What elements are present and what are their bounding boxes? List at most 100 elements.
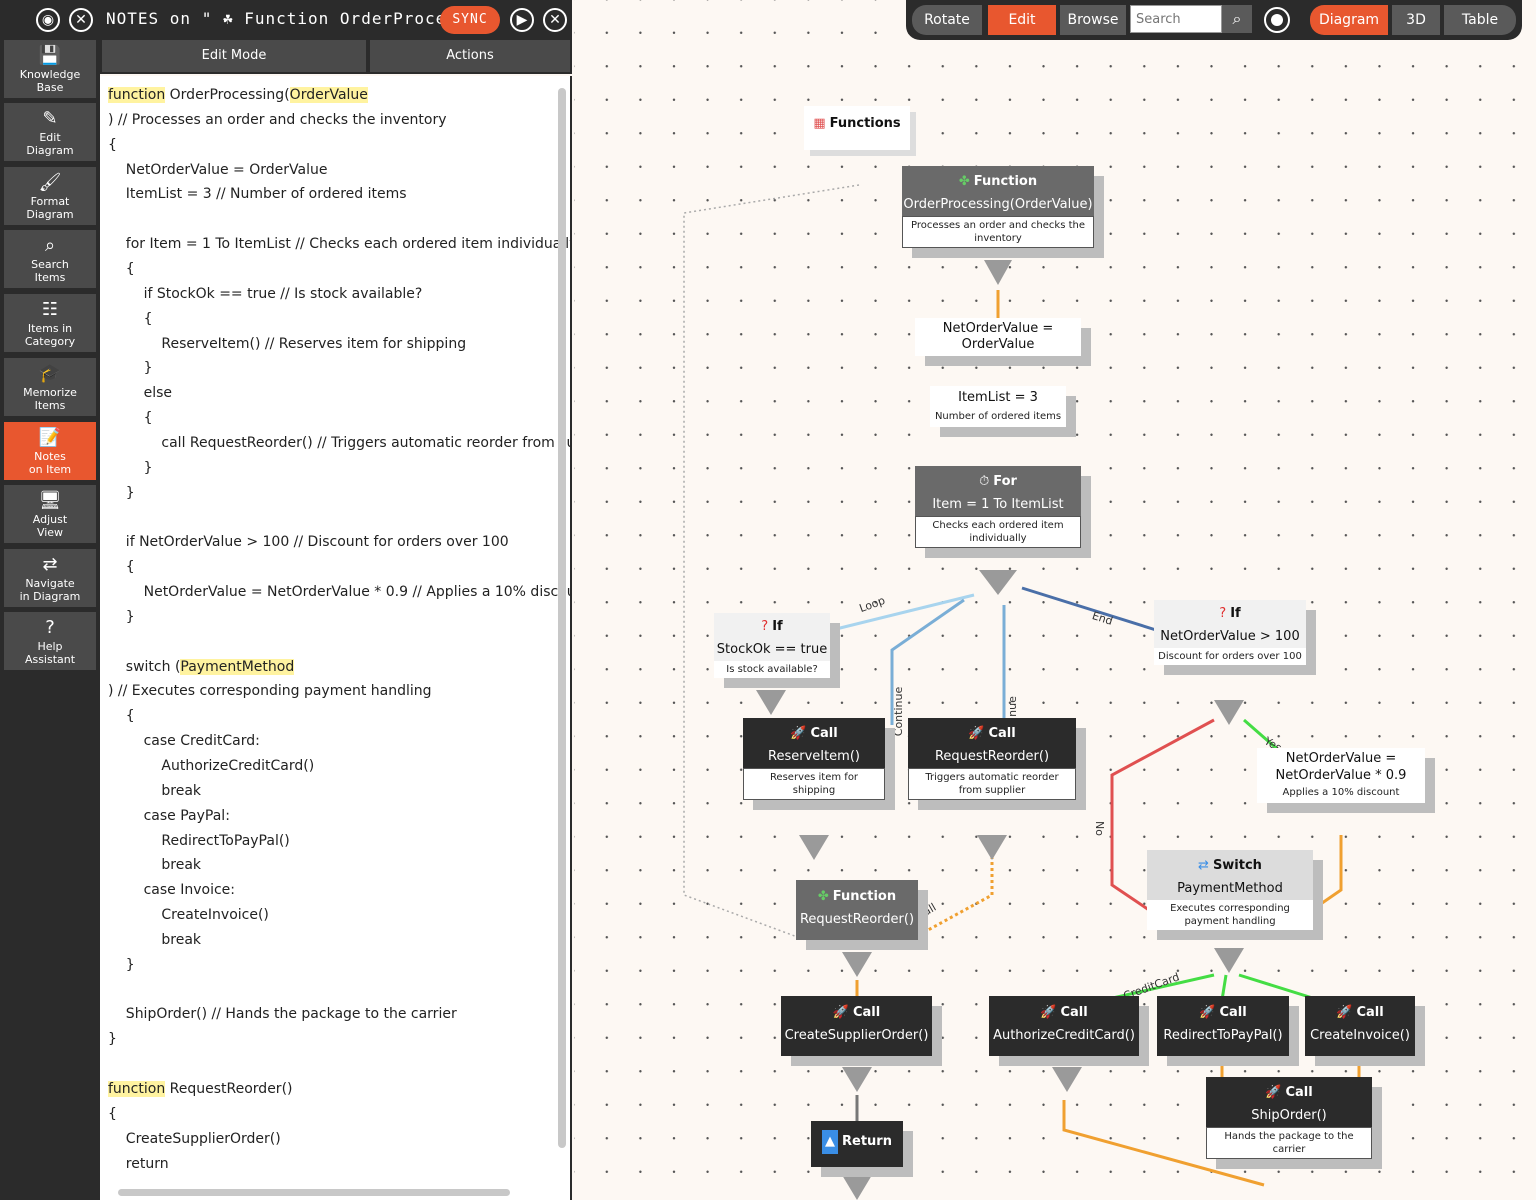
sync-button[interactable]: SYNC	[440, 6, 500, 34]
code-line: {	[108, 410, 153, 427]
sidebar-item-adjust-view[interactable]: 🖥 Adjust View	[4, 485, 96, 543]
node-head: Call	[1356, 1005, 1384, 1020]
sidebar-item-knowledge-base[interactable]: 💾 Knowledge Base	[4, 40, 96, 98]
tab-edit-mode[interactable]: Edit Mode	[102, 40, 366, 72]
sidebar-item-memorize-items[interactable]: 🎓 Memorize Items	[4, 358, 96, 416]
sidebar-item-navigate-in-diagram[interactable]: ⇄ Navigate in Diagram	[4, 549, 96, 607]
diagram-view-button[interactable]: Diagram	[1310, 5, 1388, 35]
code-line: {	[108, 136, 117, 153]
question-icon: ?	[761, 619, 769, 634]
switch-paymentmethod-node[interactable]: ⇄ Switch PaymentMethod Executes correspon…	[1147, 850, 1313, 930]
sidebar-item-format-diagram[interactable]: 🖌 Format Diagram	[4, 167, 96, 225]
diagram-canvas[interactable]: Loop End Continue nue Yes No Call Credit…	[574, 0, 1536, 1200]
sidebar-label: Assistant	[24, 653, 76, 666]
connector-switch	[1214, 948, 1244, 973]
search-icon[interactable]: ⌕	[1222, 5, 1252, 33]
target-icon[interactable]	[1264, 7, 1290, 33]
code-line: {	[108, 559, 135, 576]
highlighted-token: function	[108, 1081, 166, 1097]
node-desc: Executes corresponding payment handling	[1147, 900, 1313, 930]
sidebar-item-search-items[interactable]: ⌕ Search Items	[4, 230, 96, 288]
sidebar-item-items-in-category[interactable]: ☷ Items in Category	[4, 294, 96, 352]
edge-discount-switch	[1311, 835, 1343, 912]
node-sub: RequestReorder()	[934, 749, 1050, 764]
search-input[interactable]	[1130, 5, 1222, 33]
sidebar-label: Notes	[34, 450, 66, 463]
edit-button[interactable]: Edit	[988, 5, 1056, 35]
left-sidebar: 💾 Knowledge Base ✎ Edit Diagram 🖌 Format…	[0, 40, 100, 1200]
sidebar-label: Diagram	[26, 208, 74, 221]
node-head: Return	[842, 1134, 892, 1149]
code-line: ) // Processes an order and checks the i…	[108, 111, 447, 128]
code-line: case Invoice:	[108, 882, 236, 899]
table-view-button[interactable]: Table	[1444, 5, 1516, 35]
sidebar-label: Navigate	[25, 577, 75, 590]
call-authorizecreditcard-node[interactable]: 🚀 Call AuthorizeCreditCard()	[989, 996, 1139, 1056]
for-loop-node[interactable]: ⏱ For Item = 1 To ItemList Checks each or…	[915, 466, 1081, 548]
diagram-toolbar: Rotate Edit Browse ⌕ Diagram 3D Table	[906, 0, 1522, 40]
vertical-scrollbar[interactable]	[558, 88, 566, 1148]
node-desc: Hands the package to the carrier	[1206, 1127, 1372, 1159]
sidebar-label: in Diagram	[19, 590, 81, 603]
close-notes-icon[interactable]: ✕	[543, 8, 567, 32]
rotate-button[interactable]: Rotate	[912, 5, 982, 35]
monitor-icon: 🖥	[38, 490, 62, 511]
help-icon: ?	[45, 617, 55, 638]
function-requestreorder-node[interactable]: ✤ Function RequestReorder()	[796, 880, 918, 940]
sidebar-item-edit-diagram[interactable]: ✎ Edit Diagram	[4, 103, 96, 161]
edge-label-no: No	[1092, 821, 1106, 836]
code-line: {	[108, 1105, 117, 1122]
code-line: }	[108, 956, 135, 973]
assign-itemlist-node[interactable]: ItemList = 3 Number of ordered items	[930, 386, 1066, 427]
tab-actions[interactable]: Actions	[370, 40, 570, 72]
search-icon: ⌕	[44, 235, 56, 256]
connector-func-main	[984, 260, 1012, 285]
code-line: function RequestReorder()	[108, 1078, 293, 1100]
call-createinvoice-node[interactable]: 🚀 Call CreateInvoice()	[1305, 996, 1415, 1056]
horizontal-scrollbar[interactable]	[118, 1189, 510, 1196]
notes-title: NOTES on " ☘ Function OrderProcessing	[106, 9, 441, 28]
node-sub: CreateSupplierOrder()	[784, 1028, 929, 1043]
return-node[interactable]: ▲ Return	[811, 1121, 903, 1167]
play-icon[interactable]: ▶	[510, 8, 534, 32]
code-line: break	[108, 931, 202, 948]
call-reserveitem-node[interactable]: 🚀 Call ReserveItem() Reserves item for sh…	[743, 718, 885, 800]
target-icon[interactable]: ◉	[36, 8, 60, 32]
sidebar-item-help-assistant[interactable]: ? Help Assistant	[4, 612, 96, 670]
node-sub: AuthorizeCreditCard()	[993, 1028, 1135, 1043]
code-line: call RequestReorder() // Triggers automa…	[108, 434, 572, 451]
code-line: case CreditCard:	[108, 733, 260, 750]
view-3d-button[interactable]: 3D	[1392, 5, 1440, 35]
connector-func-reorder	[842, 952, 872, 977]
node-desc: Triggers automatic reorder from supplier	[908, 768, 1076, 800]
call-createsupplierorder-node[interactable]: 🚀 Call CreateSupplierOrder()	[781, 996, 932, 1056]
sidebar-label: on Item	[28, 463, 72, 476]
sidebar-item-notes-on-item[interactable]: 📝 Notes on Item	[4, 422, 96, 480]
assign-netordervalue-node[interactable]: NetOrderValue = OrderValue	[915, 318, 1081, 356]
call-requestreorder-node[interactable]: 🚀 Call RequestReorder() Triggers automati…	[908, 718, 1076, 800]
if-stockok-node[interactable]: ? If StockOk == true Is stock available?	[714, 613, 830, 678]
edge-label-continue: Continue	[892, 686, 906, 737]
puzzle-icon: ✤	[817, 889, 829, 904]
sidebar-label: Items in	[27, 322, 73, 335]
close-icon[interactable]: ✕	[69, 8, 93, 32]
code-line: ) // Executes corresponding payment hand…	[108, 683, 432, 700]
call-shiporder-node[interactable]: 🚀 Call ShipOrder() Hands the package to t…	[1206, 1077, 1372, 1159]
edge-functions-link	[683, 184, 860, 946]
node-sub: StockOk == true	[716, 642, 828, 657]
connector-if-stock	[756, 690, 786, 715]
browse-button[interactable]: Browse	[1060, 5, 1126, 35]
code-line: for Item = 1 To ItemList // Checks each …	[108, 236, 572, 253]
code-line: CreateSupplierOrder()	[108, 1130, 281, 1147]
code-line: }	[108, 360, 153, 377]
call-redirecttopaypal-node[interactable]: 🚀 Call RedirectToPayPal()	[1157, 996, 1289, 1056]
functions-node[interactable]: ▦ Functions	[804, 106, 910, 150]
if-netordervalue-node[interactable]: ? If NetOrderValue > 100 Discount for ord…	[1154, 600, 1306, 665]
node-line: ItemList = 3	[958, 390, 1038, 405]
node-sub: RequestReorder()	[799, 912, 915, 927]
notes-editor[interactable]: function OrderProcessing(OrderValue) // …	[100, 76, 572, 1200]
function-orderprocessing-node[interactable]: ✤ Function OrderProcessing(OrderValue) Pr…	[902, 166, 1094, 248]
code-token: OrderProcessing(	[165, 87, 290, 103]
up-arrow-icon: ▲	[822, 1130, 839, 1154]
assign-discount-node[interactable]: NetOrderValue = NetOrderValue * 0.9 Appl…	[1257, 748, 1425, 803]
